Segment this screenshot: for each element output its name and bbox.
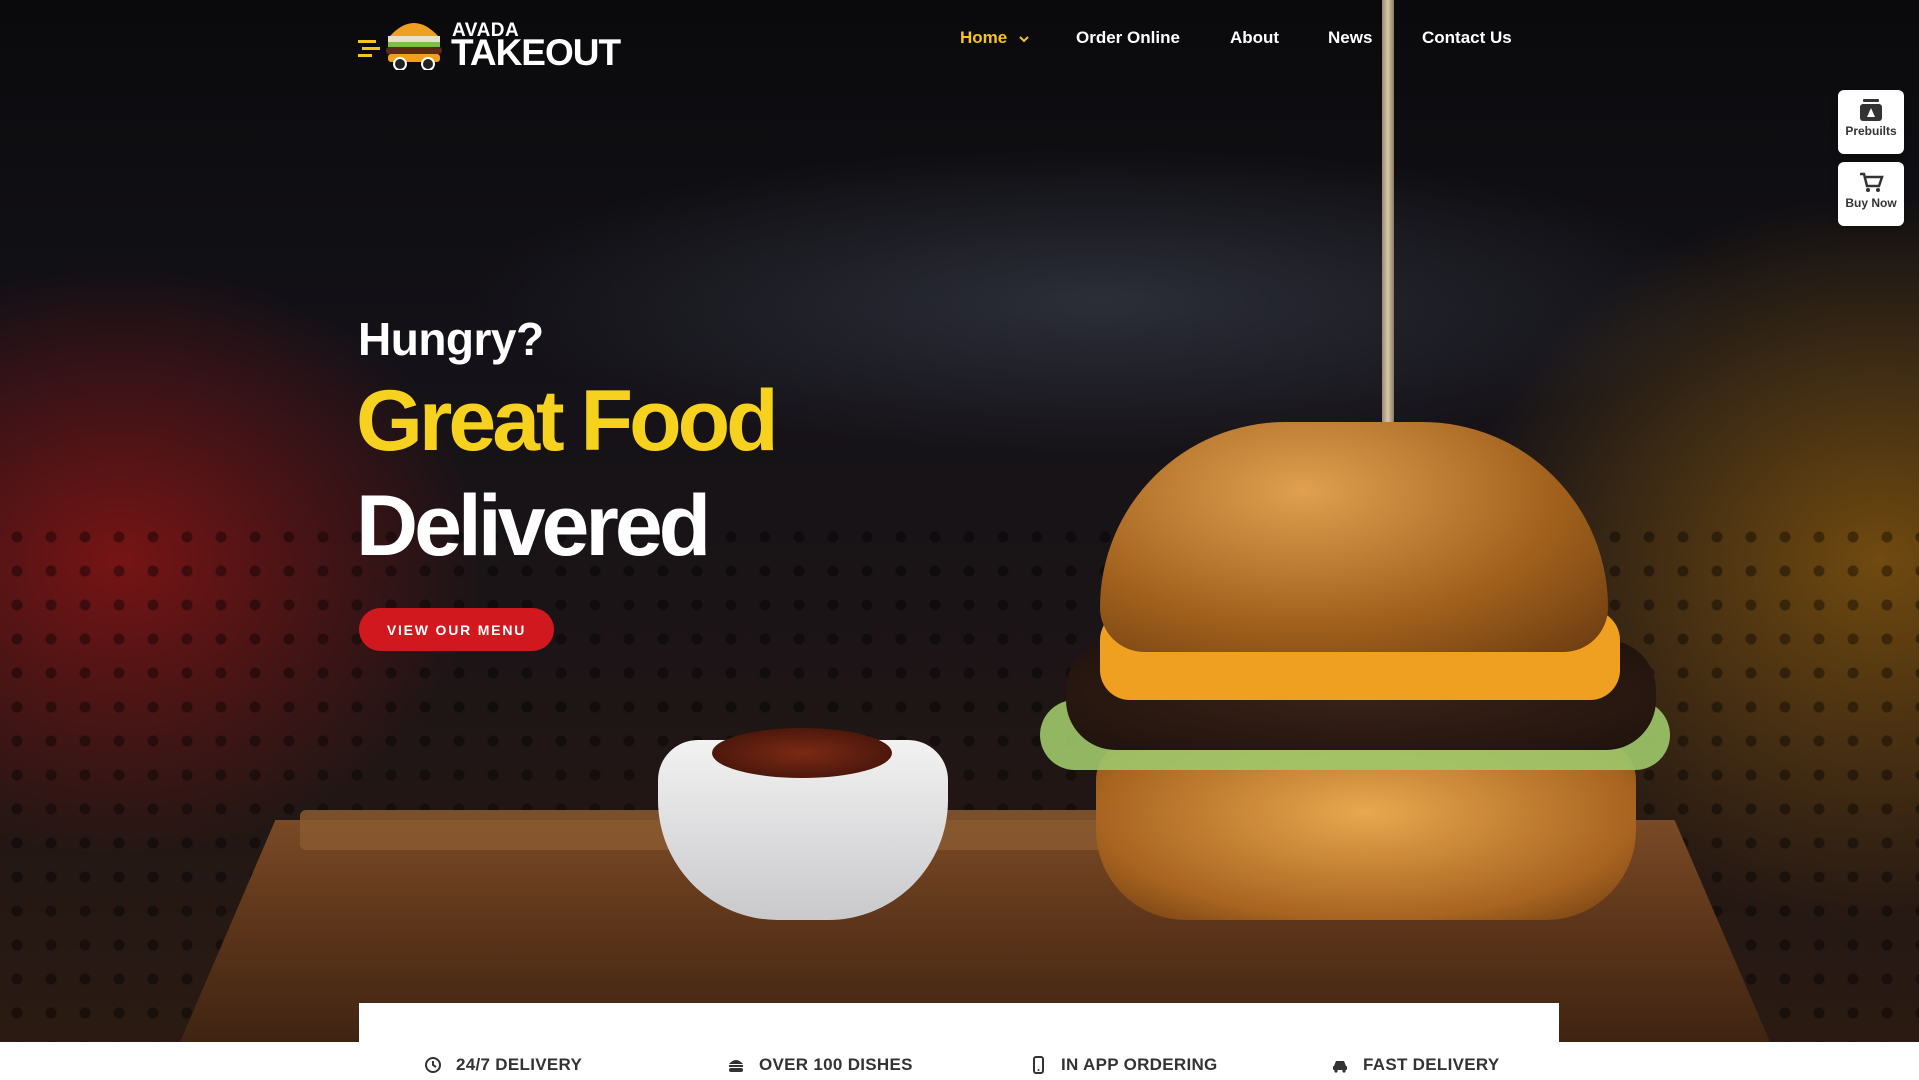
feature-label: OVER 100 DISHES: [759, 1055, 913, 1074]
nav-item-about[interactable]: About: [1230, 28, 1279, 48]
car-icon: [1333, 1061, 1347, 1073]
mobile-icon: [1033, 1056, 1044, 1074]
prebuilts-icon: [1860, 99, 1882, 121]
prebuilts-label: Prebuilts: [1845, 124, 1897, 138]
nav-item-contact-us[interactable]: Contact Us: [1422, 28, 1512, 48]
feature-fast-delivery: FAST DELIVERY: [1331, 1055, 1499, 1075]
site-header: AVADA TAKEOUT Home Order Online About Ne…: [0, 0, 1919, 86]
nav-item-order-online[interactable]: Order Online: [1076, 28, 1180, 48]
feature-24-7-delivery: 24/7 DELIVERY: [424, 1055, 582, 1075]
burger-truck-icon: [358, 23, 442, 70]
clock-icon: [425, 1057, 441, 1073]
prebuilts-button[interactable]: Prebuilts: [1838, 90, 1904, 154]
cart-icon: [1860, 172, 1884, 192]
nav-item-home[interactable]: Home: [960, 28, 1030, 48]
nav-item-news[interactable]: News: [1328, 28, 1372, 48]
buy-now-button[interactable]: Buy Now: [1838, 162, 1904, 226]
logo-text-big: TAKEOUT: [451, 32, 621, 73]
chevron-down-icon: [1019, 35, 1029, 42]
feature-label: 24/7 DELIVERY: [456, 1055, 583, 1074]
hero-section: [0, 0, 1919, 1042]
feature-in-app-ordering: IN APP ORDERING: [1029, 1055, 1218, 1075]
feature-label: IN APP ORDERING: [1061, 1055, 1218, 1074]
hero-headline: Delivered: [356, 478, 711, 574]
hero-headline-accent: Great Food: [356, 373, 779, 469]
buy-now-label: Buy Now: [1845, 196, 1897, 210]
view-menu-button[interactable]: VIEW OUR MENU: [359, 608, 554, 651]
feature-over-100-dishes: OVER 100 DISHES: [727, 1055, 913, 1075]
burger-icon: [729, 1060, 743, 1072]
sauce-image: [712, 728, 892, 778]
burger-top-bun-image: [1100, 422, 1608, 652]
nav-item-home-label: Home: [960, 28, 1008, 47]
site-logo[interactable]: AVADA TAKEOUT: [358, 12, 621, 73]
hero-kicker: Hungry?: [358, 313, 544, 365]
feature-label: FAST DELIVERY: [1363, 1055, 1500, 1074]
